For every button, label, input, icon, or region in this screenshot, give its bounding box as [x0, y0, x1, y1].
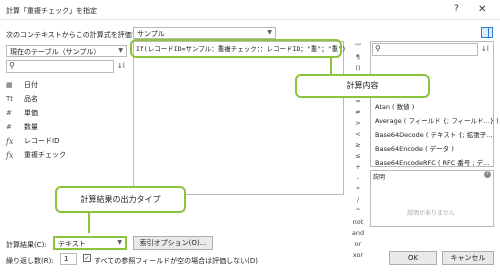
description-panel	[370, 170, 494, 227]
help-button[interactable]: ?	[454, 4, 459, 14]
field-label: 日付	[24, 81, 38, 89]
operator-item[interactable]: not	[348, 217, 368, 228]
context-dropdown[interactable]: サンプル ▼	[133, 27, 276, 39]
text-icon: Tt	[6, 95, 14, 103]
field-item-price[interactable]: # 単価	[6, 106, 66, 120]
output-callout: 計算結果の出力タイプ	[55, 186, 186, 213]
help-icon[interactable]: ?	[484, 171, 491, 178]
field-item-quantity[interactable]: # 数量	[6, 120, 66, 134]
close-button[interactable]: ✕	[478, 4, 486, 15]
number-icon: #	[6, 109, 12, 117]
field-search-input[interactable]: ⚲	[6, 60, 114, 73]
field-label: 重複チェック	[24, 151, 66, 159]
field-item-duplicate-check[interactable]: fx 重複チェック	[6, 148, 66, 162]
table-value: 現在のテーブル（サンプル）	[10, 48, 101, 56]
output-callout-connector	[88, 212, 90, 233]
calc-field-icon: fx	[6, 136, 14, 146]
repeat-label: 繰り返し数(R):	[6, 257, 54, 265]
description-empty: 説明がありません	[407, 210, 455, 217]
table-dropdown[interactable]: 現在のテーブル（サンプル） ▼	[6, 45, 127, 57]
field-item-date[interactable]: ▦ 日付	[6, 78, 66, 92]
repeat-count-value: 1	[64, 255, 69, 263]
operator-list: "" ¶ () & = ≠ > < ≥ ≤ + - * / ^ not and …	[348, 41, 368, 259]
function-item[interactable]: Average ( フィールド {; フィールド...} )	[375, 115, 499, 125]
sort-icon[interactable]: ↓l	[117, 62, 125, 70]
sort-icon[interactable]: ↓l	[481, 45, 489, 53]
cancel-button[interactable]: キャンセル	[442, 251, 494, 265]
formula-callout: 計算内容	[295, 74, 430, 98]
chevron-down-icon: ▼	[118, 47, 123, 54]
operator-item[interactable]: <	[348, 129, 368, 140]
function-item[interactable]: Base64Encode ( データ )	[375, 143, 454, 153]
result-type-value: テキスト	[58, 240, 86, 248]
function-item[interactable]: Base64EncodeRFC ( RFC 番号 ; デ...	[375, 157, 489, 167]
field-label: レコードID	[24, 137, 60, 145]
formula-highlight	[130, 39, 342, 58]
chevron-down-icon: ▼	[267, 29, 272, 36]
chevron-down-icon: ▼	[117, 239, 122, 246]
field-item-record-id[interactable]: fx レコードID	[6, 134, 66, 148]
date-icon: ▦	[6, 81, 13, 89]
operator-item[interactable]: ^	[348, 206, 368, 217]
search-icon: ⚲	[9, 61, 15, 70]
field-label: 数量	[24, 123, 38, 131]
function-search-input[interactable]: ⚲	[372, 43, 478, 56]
operator-item[interactable]: ≤	[348, 151, 368, 162]
field-label: 品名	[24, 95, 38, 103]
operator-item[interactable]: ¶	[348, 52, 368, 63]
field-item-name[interactable]: Tt 品名	[6, 92, 66, 106]
index-options-button[interactable]: 索引オプション(O)...	[133, 236, 213, 250]
window-title: 計算「重複チェック」を指定	[6, 7, 97, 15]
repeat-count-input[interactable]: 1	[60, 253, 77, 265]
number-icon: #	[6, 123, 12, 131]
result-label: 計算結果(C):	[6, 241, 47, 249]
title-bar: 計算「重複チェック」を指定 ? ✕	[0, 0, 500, 20]
calc-field-icon: fx	[6, 150, 14, 160]
operator-item[interactable]: ""	[348, 41, 368, 52]
description-title: 説明	[373, 174, 386, 181]
operator-item[interactable]: +	[348, 162, 368, 173]
field-label: 単価	[24, 109, 38, 117]
skip-empty-checkbox[interactable]: ✓	[83, 254, 91, 262]
operator-item[interactable]: xor	[348, 250, 368, 261]
field-list: ▦ 日付 Tt 品名 # 単価 # 数量 fx レコードID fx 重複チェック	[6, 78, 66, 162]
result-type-dropdown[interactable]: テキスト ▼	[53, 236, 127, 250]
skip-empty-label: すべての参照フィールドが空の場合は評価しない(D)	[94, 257, 258, 265]
operator-item[interactable]: /	[348, 195, 368, 206]
operator-item[interactable]: ≠	[348, 107, 368, 118]
ok-button[interactable]: OK	[389, 251, 437, 265]
panel-toggle-icon[interactable]	[481, 27, 493, 38]
operator-item[interactable]: -	[348, 173, 368, 184]
function-item[interactable]: Atan ( 数値 )	[375, 101, 414, 111]
operator-item[interactable]: ()	[348, 63, 368, 74]
operator-item[interactable]: and	[348, 228, 368, 239]
formula-editor[interactable]	[133, 41, 344, 195]
search-icon: ⚲	[375, 44, 381, 53]
context-value: サンプル	[137, 30, 165, 38]
function-item[interactable]: Base64Decode ( テキスト {; 拡張子...	[375, 129, 492, 139]
operator-item[interactable]: *	[348, 184, 368, 195]
operator-item[interactable]: ≥	[348, 140, 368, 151]
operator-item[interactable]: >	[348, 118, 368, 129]
operator-item[interactable]: or	[348, 239, 368, 250]
